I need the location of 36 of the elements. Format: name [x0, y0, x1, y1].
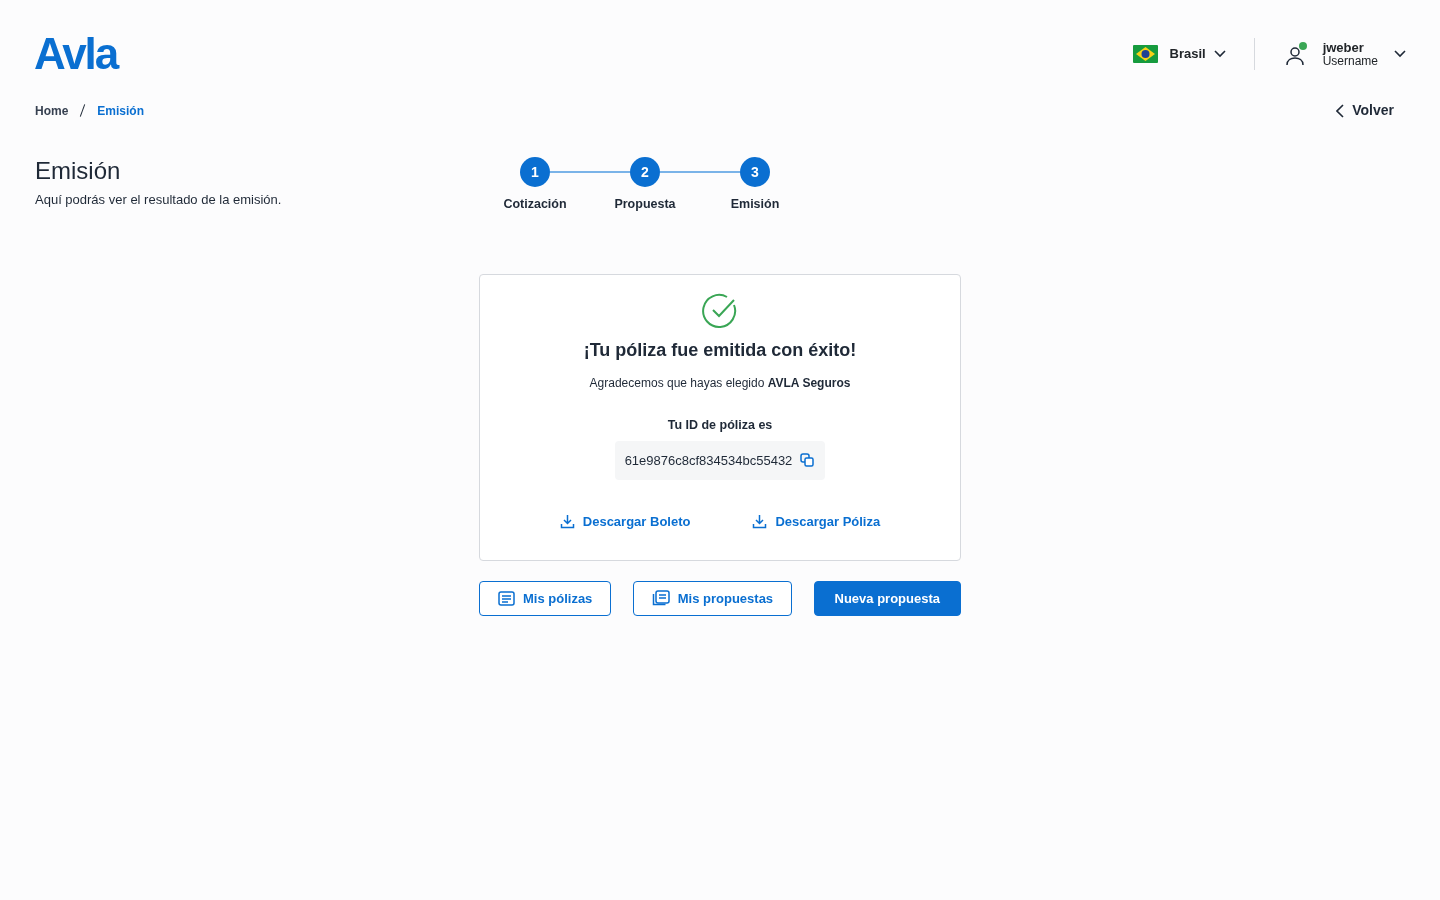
country-selector[interactable]: Brasil — [1132, 44, 1226, 64]
copy-icon[interactable] — [800, 452, 816, 468]
user-name: jweber — [1322, 40, 1365, 55]
logo[interactable]: Avla — [34, 32, 118, 76]
check-circle-icon — [702, 292, 738, 329]
step-number: 3 — [740, 157, 770, 187]
page-title: Emisión — [35, 157, 122, 186]
step-label: Propuesta — [614, 196, 676, 213]
brazil-flag-icon — [1132, 45, 1158, 63]
download-link[interactable]: Descargar Póliza — [752, 512, 881, 532]
download-icon — [559, 514, 575, 530]
breadcrumb-link[interactable]: Emisión — [97, 101, 145, 120]
action-button[interactable]: Mis propuestas — [632, 580, 793, 616]
step-label: Cotización — [503, 196, 567, 213]
chevron-down-icon — [1394, 50, 1406, 58]
success-title: ¡Tu póliza fue emitida con éxito! — [583, 338, 857, 362]
step-number: 2 — [630, 157, 660, 187]
success-message: Agradecemos que hayas elegido AVLA Seguros — [589, 374, 851, 392]
documents-icon — [651, 590, 670, 607]
action-button[interactable]: Mis pólizas — [479, 580, 612, 616]
chevron-left-icon — [1336, 103, 1345, 118]
policy-id-label: Tu ID de póliza es — [667, 416, 773, 434]
document-icon — [498, 590, 515, 606]
chevron-down-icon — [1213, 50, 1226, 58]
download-link[interactable]: Descargar Boleto — [559, 512, 691, 532]
step-number: 1 — [520, 157, 550, 187]
page-subtitle: Aquí podrás ver el resultado de la emisión. — [35, 190, 283, 209]
step-label: Emisión — [730, 196, 780, 213]
download-icon — [752, 514, 768, 530]
user-menu[interactable]: jweber Username — [1282, 40, 1406, 68]
user-role: Username — [1322, 54, 1378, 68]
back-link[interactable]: Volver — [1336, 100, 1394, 121]
breadcrumb-link[interactable]: Home — [35, 101, 69, 120]
user-icon — [1284, 46, 1305, 67]
policy-id: 61e9876c8cf834534bc55432 — [624, 451, 793, 470]
action-button[interactable]: Nueva propuesta — [813, 580, 961, 616]
